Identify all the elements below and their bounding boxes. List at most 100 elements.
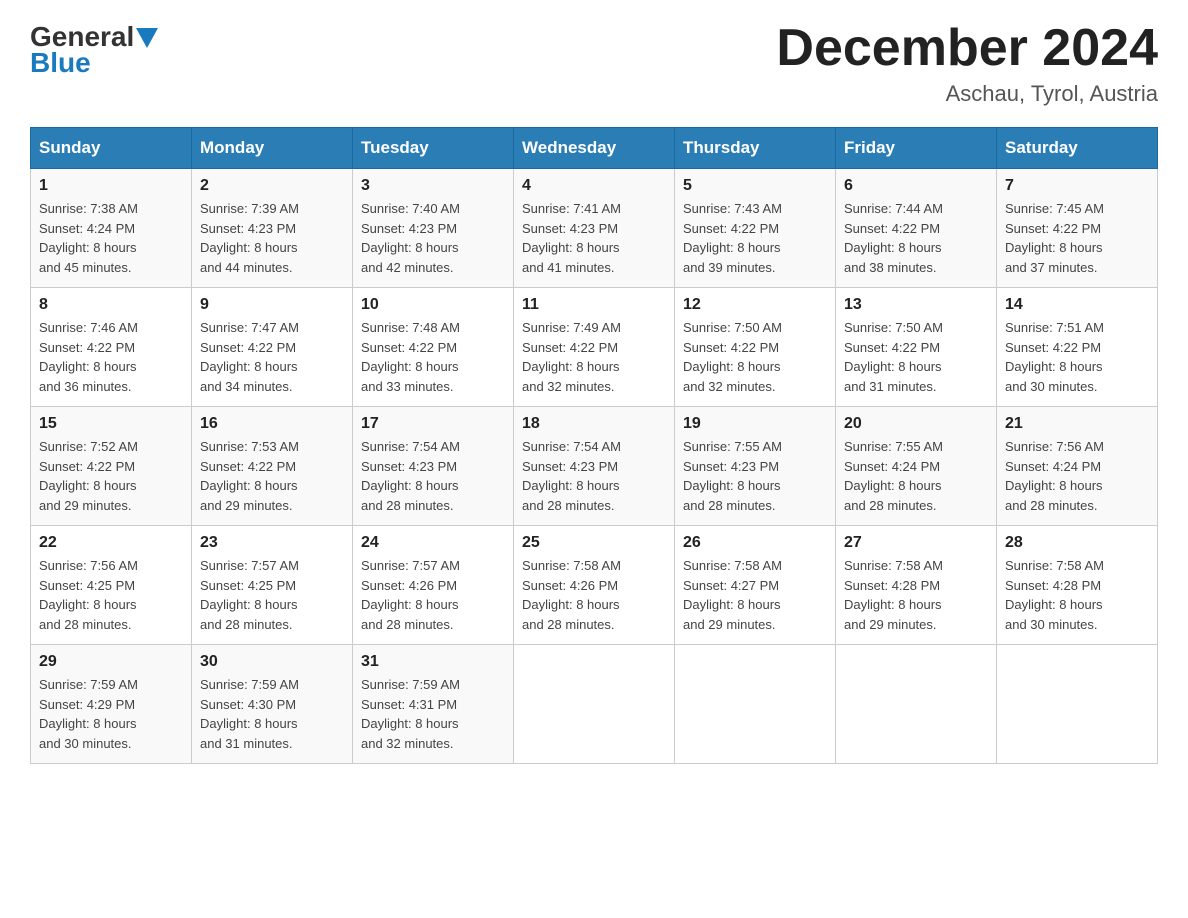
day-info: Sunrise: 7:59 AMSunset: 4:31 PMDaylight:… [361, 677, 460, 751]
calendar-header-row: Sunday Monday Tuesday Wednesday Thursday… [31, 128, 1158, 169]
day-info: Sunrise: 7:47 AMSunset: 4:22 PMDaylight:… [200, 320, 299, 394]
day-info: Sunrise: 7:46 AMSunset: 4:22 PMDaylight:… [39, 320, 138, 394]
calendar-cell: 28 Sunrise: 7:58 AMSunset: 4:28 PMDaylig… [997, 526, 1158, 645]
header-wednesday: Wednesday [514, 128, 675, 169]
calendar-week-5: 29 Sunrise: 7:59 AMSunset: 4:29 PMDaylig… [31, 645, 1158, 764]
calendar-cell: 20 Sunrise: 7:55 AMSunset: 4:24 PMDaylig… [836, 407, 997, 526]
calendar-cell: 26 Sunrise: 7:58 AMSunset: 4:27 PMDaylig… [675, 526, 836, 645]
month-title: December 2024 [776, 20, 1158, 77]
day-number: 24 [361, 534, 505, 552]
day-number: 25 [522, 534, 666, 552]
calendar-cell: 8 Sunrise: 7:46 AMSunset: 4:22 PMDayligh… [31, 288, 192, 407]
calendar-cell: 3 Sunrise: 7:40 AMSunset: 4:23 PMDayligh… [353, 169, 514, 288]
day-number: 17 [361, 415, 505, 433]
calendar-cell: 9 Sunrise: 7:47 AMSunset: 4:22 PMDayligh… [192, 288, 353, 407]
day-number: 13 [844, 296, 988, 314]
calendar-cell: 22 Sunrise: 7:56 AMSunset: 4:25 PMDaylig… [31, 526, 192, 645]
day-number: 8 [39, 296, 183, 314]
day-info: Sunrise: 7:48 AMSunset: 4:22 PMDaylight:… [361, 320, 460, 394]
calendar-cell: 30 Sunrise: 7:59 AMSunset: 4:30 PMDaylig… [192, 645, 353, 764]
day-info: Sunrise: 7:54 AMSunset: 4:23 PMDaylight:… [522, 439, 621, 513]
day-info: Sunrise: 7:41 AMSunset: 4:23 PMDaylight:… [522, 201, 621, 275]
calendar-cell: 16 Sunrise: 7:53 AMSunset: 4:22 PMDaylig… [192, 407, 353, 526]
calendar-cell: 17 Sunrise: 7:54 AMSunset: 4:23 PMDaylig… [353, 407, 514, 526]
calendar-cell: 25 Sunrise: 7:58 AMSunset: 4:26 PMDaylig… [514, 526, 675, 645]
day-info: Sunrise: 7:49 AMSunset: 4:22 PMDaylight:… [522, 320, 621, 394]
day-info: Sunrise: 7:40 AMSunset: 4:23 PMDaylight:… [361, 201, 460, 275]
day-info: Sunrise: 7:58 AMSunset: 4:27 PMDaylight:… [683, 558, 782, 632]
day-number: 5 [683, 177, 827, 195]
day-info: Sunrise: 7:55 AMSunset: 4:23 PMDaylight:… [683, 439, 782, 513]
calendar-table: Sunday Monday Tuesday Wednesday Thursday… [30, 127, 1158, 764]
day-number: 28 [1005, 534, 1149, 552]
calendar-cell [836, 645, 997, 764]
day-info: Sunrise: 7:44 AMSunset: 4:22 PMDaylight:… [844, 201, 943, 275]
day-number: 19 [683, 415, 827, 433]
calendar-cell: 1 Sunrise: 7:38 AMSunset: 4:24 PMDayligh… [31, 169, 192, 288]
logo-blue-text: Blue [30, 47, 91, 79]
calendar-cell: 7 Sunrise: 7:45 AMSunset: 4:22 PMDayligh… [997, 169, 1158, 288]
day-number: 2 [200, 177, 344, 195]
day-info: Sunrise: 7:59 AMSunset: 4:30 PMDaylight:… [200, 677, 299, 751]
day-number: 29 [39, 653, 183, 671]
calendar-cell: 23 Sunrise: 7:57 AMSunset: 4:25 PMDaylig… [192, 526, 353, 645]
day-number: 18 [522, 415, 666, 433]
calendar-week-1: 1 Sunrise: 7:38 AMSunset: 4:24 PMDayligh… [31, 169, 1158, 288]
day-info: Sunrise: 7:51 AMSunset: 4:22 PMDaylight:… [1005, 320, 1104, 394]
calendar-cell: 14 Sunrise: 7:51 AMSunset: 4:22 PMDaylig… [997, 288, 1158, 407]
day-number: 22 [39, 534, 183, 552]
day-info: Sunrise: 7:58 AMSunset: 4:28 PMDaylight:… [1005, 558, 1104, 632]
header-saturday: Saturday [997, 128, 1158, 169]
calendar-cell: 18 Sunrise: 7:54 AMSunset: 4:23 PMDaylig… [514, 407, 675, 526]
calendar-cell: 6 Sunrise: 7:44 AMSunset: 4:22 PMDayligh… [836, 169, 997, 288]
day-number: 30 [200, 653, 344, 671]
calendar-week-2: 8 Sunrise: 7:46 AMSunset: 4:22 PMDayligh… [31, 288, 1158, 407]
day-number: 7 [1005, 177, 1149, 195]
calendar-cell: 5 Sunrise: 7:43 AMSunset: 4:22 PMDayligh… [675, 169, 836, 288]
day-info: Sunrise: 7:55 AMSunset: 4:24 PMDaylight:… [844, 439, 943, 513]
day-info: Sunrise: 7:39 AMSunset: 4:23 PMDaylight:… [200, 201, 299, 275]
location-subtitle: Aschau, Tyrol, Austria [776, 81, 1158, 107]
day-number: 6 [844, 177, 988, 195]
day-info: Sunrise: 7:58 AMSunset: 4:26 PMDaylight:… [522, 558, 621, 632]
day-number: 31 [361, 653, 505, 671]
day-number: 20 [844, 415, 988, 433]
header-sunday: Sunday [31, 128, 192, 169]
logo-arrow-icon [136, 28, 158, 48]
calendar-cell [514, 645, 675, 764]
day-number: 1 [39, 177, 183, 195]
day-info: Sunrise: 7:43 AMSunset: 4:22 PMDaylight:… [683, 201, 782, 275]
header-friday: Friday [836, 128, 997, 169]
day-number: 15 [39, 415, 183, 433]
day-number: 27 [844, 534, 988, 552]
day-info: Sunrise: 7:59 AMSunset: 4:29 PMDaylight:… [39, 677, 138, 751]
day-info: Sunrise: 7:50 AMSunset: 4:22 PMDaylight:… [844, 320, 943, 394]
calendar-cell: 2 Sunrise: 7:39 AMSunset: 4:23 PMDayligh… [192, 169, 353, 288]
day-info: Sunrise: 7:56 AMSunset: 4:25 PMDaylight:… [39, 558, 138, 632]
day-info: Sunrise: 7:57 AMSunset: 4:25 PMDaylight:… [200, 558, 299, 632]
logo: General Blue [30, 20, 158, 79]
calendar-week-4: 22 Sunrise: 7:56 AMSunset: 4:25 PMDaylig… [31, 526, 1158, 645]
calendar-week-3: 15 Sunrise: 7:52 AMSunset: 4:22 PMDaylig… [31, 407, 1158, 526]
day-number: 21 [1005, 415, 1149, 433]
calendar-cell: 27 Sunrise: 7:58 AMSunset: 4:28 PMDaylig… [836, 526, 997, 645]
day-info: Sunrise: 7:57 AMSunset: 4:26 PMDaylight:… [361, 558, 460, 632]
calendar-cell: 31 Sunrise: 7:59 AMSunset: 4:31 PMDaylig… [353, 645, 514, 764]
calendar-cell: 19 Sunrise: 7:55 AMSunset: 4:23 PMDaylig… [675, 407, 836, 526]
calendar-cell: 15 Sunrise: 7:52 AMSunset: 4:22 PMDaylig… [31, 407, 192, 526]
day-info: Sunrise: 7:38 AMSunset: 4:24 PMDaylight:… [39, 201, 138, 275]
day-number: 10 [361, 296, 505, 314]
calendar-cell: 13 Sunrise: 7:50 AMSunset: 4:22 PMDaylig… [836, 288, 997, 407]
calendar-cell: 11 Sunrise: 7:49 AMSunset: 4:22 PMDaylig… [514, 288, 675, 407]
calendar-cell: 4 Sunrise: 7:41 AMSunset: 4:23 PMDayligh… [514, 169, 675, 288]
calendar-cell [997, 645, 1158, 764]
calendar-cell: 21 Sunrise: 7:56 AMSunset: 4:24 PMDaylig… [997, 407, 1158, 526]
day-number: 9 [200, 296, 344, 314]
header-monday: Monday [192, 128, 353, 169]
day-info: Sunrise: 7:58 AMSunset: 4:28 PMDaylight:… [844, 558, 943, 632]
day-info: Sunrise: 7:45 AMSunset: 4:22 PMDaylight:… [1005, 201, 1104, 275]
calendar-cell [675, 645, 836, 764]
day-number: 16 [200, 415, 344, 433]
calendar-cell: 10 Sunrise: 7:48 AMSunset: 4:22 PMDaylig… [353, 288, 514, 407]
day-number: 4 [522, 177, 666, 195]
